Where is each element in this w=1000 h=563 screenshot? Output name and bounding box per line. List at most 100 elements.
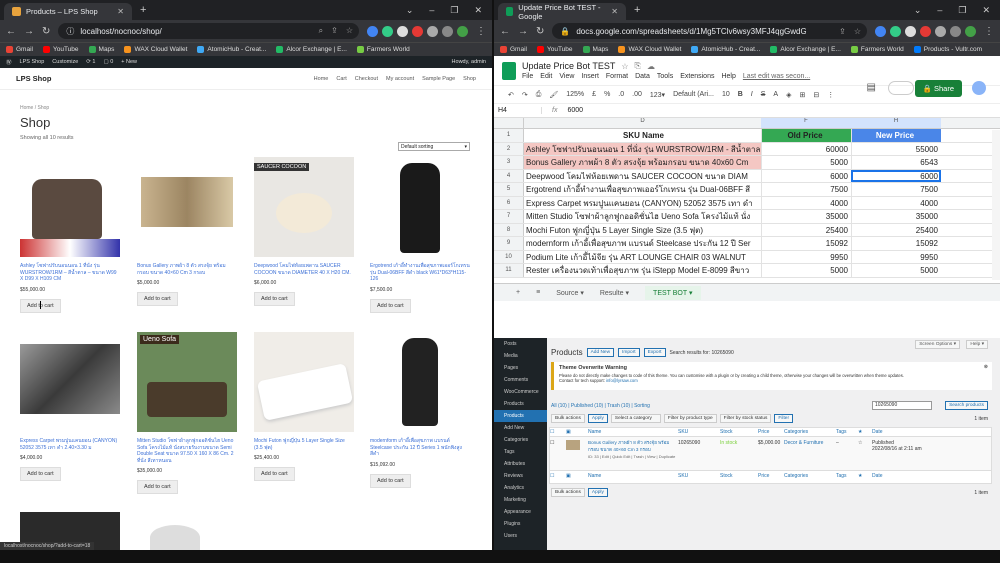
forward-icon[interactable]: → bbox=[518, 26, 528, 37]
new-price-cell[interactable]: 55000 bbox=[851, 142, 941, 155]
profile-icon[interactable] bbox=[965, 25, 976, 37]
bookmark-vultr[interactable]: Products - Vultr.com bbox=[913, 46, 982, 53]
bookmark-youtube[interactable]: YouTube bbox=[42, 46, 79, 53]
wpbar-comments[interactable]: ▢ 0 bbox=[103, 59, 113, 65]
sku-name-cell[interactable]: Deepwood โคมไฟห้อยเพดาน SAUCER COCOON ขน… bbox=[524, 170, 761, 183]
bookmark-wax[interactable]: WAX Cloud Wallet bbox=[618, 46, 681, 53]
menu-file[interactable]: File bbox=[522, 73, 533, 80]
profile-icon[interactable] bbox=[457, 25, 468, 37]
table-row[interactable]: 11 Rester เครื่องนวดเท้าเพื่อสุขภาพ รุ่น … bbox=[494, 264, 1000, 278]
search-products-button[interactable]: Search products bbox=[945, 401, 988, 410]
table-row[interactable]: 3 Bonus Gallery ภาพผ้า 8 ตัว สรงจุ้ย พร้อ… bbox=[494, 156, 1000, 170]
bookmark-maps[interactable]: Maps bbox=[582, 46, 608, 53]
category-filter[interactable]: Select a category bbox=[610, 414, 661, 423]
sidebar-icon[interactable] bbox=[442, 25, 453, 37]
old-price-cell[interactable]: 4000 bbox=[761, 196, 851, 209]
reload-icon[interactable]: ↻ bbox=[42, 26, 50, 37]
bookmark-farmers[interactable]: Farmers World bbox=[356, 46, 410, 53]
product-name[interactable]: Ergotrend เก้าอี้ทำงานเพื่อสุขภาพเออร์โก… bbox=[370, 263, 470, 283]
borders-icon[interactable]: ⊞ bbox=[799, 91, 805, 99]
doc-title[interactable]: Update Price Bot TEST bbox=[522, 61, 615, 71]
bookmark-alcor[interactable]: Alcor Exchange | E... bbox=[770, 46, 841, 53]
share-icon[interactable]: ⇪ bbox=[331, 26, 338, 36]
share-icon[interactable]: ⇪ bbox=[839, 27, 846, 36]
zoom-icon[interactable]: ⌕ bbox=[319, 26, 323, 36]
add-to-cart-button[interactable]: Add to cart bbox=[254, 292, 295, 306]
bulk-actions-select[interactable]: Bulk actions bbox=[551, 488, 585, 497]
star-icon[interactable]: ☆ bbox=[854, 27, 861, 36]
add-new-button[interactable]: Add New bbox=[586, 348, 615, 357]
new-price-cell[interactable]: 9950 bbox=[851, 250, 941, 263]
sheet-tab-resulte[interactable]: Resulte ▾ bbox=[600, 289, 629, 297]
wp-menu-item[interactable]: Analytics bbox=[494, 482, 547, 494]
add-to-cart-button[interactable]: Add to cart bbox=[20, 467, 61, 481]
restore-icon[interactable]: ❐ bbox=[958, 5, 966, 16]
forward-icon[interactable]: → bbox=[24, 26, 34, 37]
row-number[interactable]: 6 bbox=[494, 196, 524, 209]
menu-insert[interactable]: Insert bbox=[581, 73, 599, 80]
bookmark-wax[interactable]: WAX Cloud Wallet bbox=[124, 46, 187, 53]
product-name[interactable]: modernform เก้าอี้เพื่อสุขภาพ แบรนด์ Ste… bbox=[370, 438, 470, 458]
filter-button[interactable]: Filter bbox=[774, 414, 794, 423]
italic-icon[interactable]: I bbox=[751, 91, 753, 98]
all-sheets-icon[interactable]: ≡ bbox=[536, 289, 540, 296]
undo-icon[interactable]: ↶ bbox=[508, 91, 514, 99]
product-card[interactable]: Ergotrend เก้าอี้ทำงานเพื่อสุขภาพเออร์โก… bbox=[370, 157, 470, 313]
col-price[interactable]: Price bbox=[758, 473, 784, 479]
product-type-filter[interactable]: Filter by product type bbox=[663, 414, 717, 423]
product-image[interactable] bbox=[254, 332, 354, 432]
more-formats-icon[interactable]: 123▾ bbox=[650, 91, 665, 99]
apply-button[interactable]: Apply bbox=[587, 414, 608, 423]
bookmark-atomichub[interactable]: AtomicHub - Creat... bbox=[197, 46, 266, 53]
product-name[interactable]: Deepwood โคมไฟห้อยเพดาน SAUCER COCOON ขน… bbox=[254, 263, 354, 276]
nav-home[interactable]: Home bbox=[314, 76, 329, 82]
more-icon[interactable]: ⋮ bbox=[827, 91, 834, 99]
row-number[interactable]: 8 bbox=[494, 223, 524, 236]
old-price-cell[interactable]: 15092 bbox=[761, 237, 851, 250]
address-bar[interactable]: 🔒 docs.google.com/spreadsheets/d/1Mg5TClv… bbox=[552, 23, 867, 39]
sheets-logo-icon[interactable] bbox=[502, 61, 516, 80]
extension-icon[interactable] bbox=[397, 25, 408, 37]
product-name[interactable]: Bonus Gallery ภาพผ้า 8 ตัว สรงจุ้ย พร้อม… bbox=[137, 263, 237, 276]
close-window-icon[interactable]: ✕ bbox=[982, 5, 990, 16]
product-name[interactable]: Express Carpet พรมปูนแคนยอน (CANYON) 520… bbox=[20, 438, 120, 451]
move-folder-icon[interactable]: ⎘ bbox=[635, 61, 641, 71]
table-row[interactable]: 4 Deepwood โคมไฟห้อยเพดาน SAUCER COCOON ข… bbox=[494, 169, 1000, 183]
product-image[interactable] bbox=[20, 157, 120, 257]
extension-icon[interactable] bbox=[367, 25, 378, 37]
extension-icon[interactable] bbox=[875, 25, 886, 37]
extension-icon[interactable] bbox=[890, 25, 901, 37]
column-header-h[interactable]: H bbox=[851, 118, 941, 128]
old-price-cell[interactable]: 9950 bbox=[761, 250, 851, 263]
warning-link[interactable]: info@lyrsaw.com bbox=[606, 378, 638, 383]
column-header-f[interactable]: F bbox=[761, 118, 851, 128]
row-category[interactable]: Decor & Furniture bbox=[784, 440, 836, 470]
nav-my-account[interactable]: My account bbox=[386, 76, 414, 82]
product-image[interactable] bbox=[370, 332, 470, 432]
close-tab-icon[interactable]: ✕ bbox=[117, 7, 124, 16]
close-tab-icon[interactable]: ✕ bbox=[611, 7, 618, 16]
print-icon[interactable]: ⎙ bbox=[536, 91, 542, 99]
bulk-actions-select[interactable]: Bulk actions bbox=[551, 414, 585, 423]
chevron-down-icon[interactable]: ⌄ bbox=[406, 5, 414, 16]
breadcrumb[interactable]: Home / Shop bbox=[20, 105, 492, 111]
paint-format-icon[interactable]: 🖌 bbox=[549, 91, 558, 99]
extension-icon[interactable] bbox=[920, 25, 931, 37]
row-actions[interactable]: ID: 33 | Edit | Quick Edit | Trash | Vie… bbox=[588, 454, 678, 459]
new-price-cell[interactable]: 6000 bbox=[851, 169, 941, 182]
new-tab-icon[interactable]: + bbox=[140, 4, 146, 16]
new-price-cell[interactable]: 4000 bbox=[851, 196, 941, 209]
wpbar-howdy[interactable]: Howdy, admin bbox=[452, 59, 486, 65]
zoom-select[interactable]: 125% bbox=[566, 91, 584, 98]
col-name[interactable]: Name bbox=[588, 429, 678, 435]
add-to-cart-button[interactable]: Add to cart bbox=[370, 298, 411, 313]
col-price[interactable]: Price bbox=[758, 429, 784, 435]
product-image[interactable]: Ueno Sofa bbox=[137, 332, 237, 432]
increase-decimal-icon[interactable]: .00 bbox=[632, 91, 642, 98]
text-color-icon[interactable]: A bbox=[773, 91, 778, 98]
header-cell[interactable]: New Price bbox=[851, 129, 941, 142]
extension-icon[interactable] bbox=[412, 25, 423, 37]
back-icon[interactable]: ← bbox=[6, 26, 16, 37]
nav-shop[interactable]: Shop bbox=[463, 76, 476, 82]
kebab-menu-icon[interactable]: ⋮ bbox=[984, 26, 994, 37]
